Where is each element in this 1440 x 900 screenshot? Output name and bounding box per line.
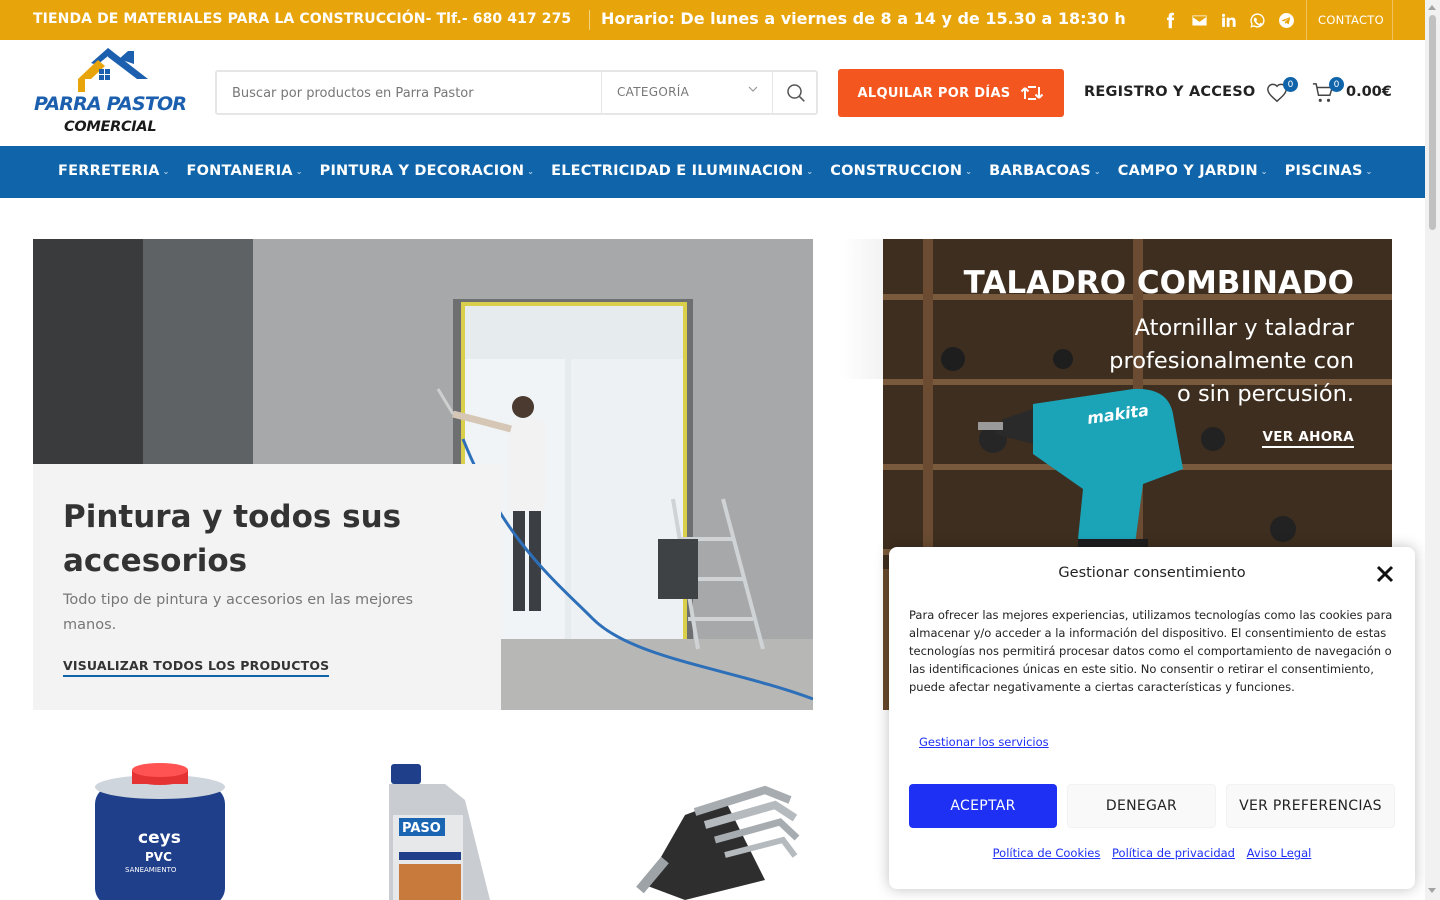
nav-item-label: FERRETERIA [58,163,160,179]
site-header: PARRA PASTOR COMERCIAL Buscar por produc… [0,40,1425,146]
nav-item-electricidad[interactable]: ELECTRICIDAD E ILUMINACION ⌄ [551,163,813,179]
nav-item-campo-jardin[interactable]: CAMPO Y JARDIN ⌄ [1118,163,1268,179]
rent-by-days-button[interactable]: ALQUILAR POR DÍAS [838,69,1064,117]
chevron-down-icon: ⌄ [162,166,170,176]
view-all-products-link[interactable]: VISUALIZAR TODOS LOS PRODUCTOS [63,658,330,677]
chevron-down-icon: ⌄ [806,166,814,176]
rent-button-label: ALQUILAR POR DÍAS [857,85,1011,101]
top-bar: TIENDA DE MATERIALES PARA LA CONSTRUCCIÓ… [0,0,1425,40]
nav-item-label: BARBACOAS [989,163,1091,179]
close-icon[interactable] [1375,564,1395,584]
nav-item-ferreteria[interactable]: FERRETERIA ⌄ [58,163,170,179]
site-logo[interactable]: PARRA PASTOR COMERCIAL [33,47,196,137]
top-bar-divider [589,10,590,30]
wishlist-count-badge: 0 [1283,77,1298,92]
nav-item-label: ELECTRICIDAD E ILUMINACION [551,163,804,179]
allen-key-set-image [636,785,800,900]
promo-title: TALADRO COMBINADO [963,265,1354,301]
cookie-dialog-title: Gestionar consentimiento [1058,565,1246,581]
search-icon [786,83,805,102]
nav-item-label: PISCINAS [1284,163,1363,179]
logo-text-primary: PARRA PASTOR [34,93,187,115]
manage-services-link[interactable]: Gestionar los servicios [919,735,1049,749]
view-now-link[interactable]: VER AHORA [1262,429,1354,448]
paint-stripper-bottle-image: PASO [389,764,490,900]
chevron-down-icon: ⌄ [1365,166,1373,176]
svg-text:ceys: ceys [138,828,181,848]
nav-item-label: PINTURA Y DECORACION [319,163,525,179]
cookie-dialog-message: Para ofrecer las mejores experiencias, u… [909,608,1393,694]
logo-text-secondary: COMERCIAL [64,119,157,135]
scrollbar-thumb[interactable] [1429,15,1436,230]
nav-item-piscinas[interactable]: PISCINAS ⌄ [1285,163,1373,179]
nav-item-label: FONTANERIA [186,163,293,179]
cookie-consent-dialog: Gestionar consentimiento Para ofrecer la… [889,547,1415,889]
search-button[interactable] [772,72,818,113]
svg-text:PVC: PVC [145,850,172,864]
chevron-down-icon: ⌄ [295,166,303,176]
product-paso-decapante[interactable]: PASO [385,760,495,900]
accept-button[interactable]: ACEPTAR [909,784,1057,828]
social-links [1160,9,1296,31]
cookie-policy-links: Política de Cookies Política de privacid… [889,846,1415,860]
chevron-down-icon: ⌄ [1260,166,1268,176]
wishlist-button[interactable]: 0 [1266,77,1298,106]
promo-shadow [840,239,885,379]
chevron-down-icon: ⌄ [1093,166,1101,176]
product-ceys-pvc[interactable]: ceys PVC SANEAMIENTO [90,760,230,900]
contact-link[interactable]: CONTACTO [1318,13,1384,27]
svg-text:SANEAMIENTO: SANEAMIENTO [125,866,177,874]
nav-item-label: CAMPO Y JARDIN [1117,163,1258,179]
facebook-icon[interactable] [1160,9,1180,31]
deny-button[interactable]: DENEGAR [1067,784,1216,828]
search-form: Buscar por productos en Parra Pastor CAT… [215,70,818,115]
contact-divider-right [1392,0,1393,40]
cart-count-badge: 0 [1329,77,1344,92]
view-preferences-button[interactable]: VER PREFERENCIAS [1226,784,1395,828]
telegram-icon[interactable] [1276,9,1296,31]
cart-total[interactable]: 0.00€ [1346,84,1392,100]
search-input[interactable]: Buscar por productos en Parra Pastor [232,86,474,101]
cart-button[interactable]: 0 [1312,77,1344,106]
product-hex-key-set[interactable] [625,760,805,900]
hero-title: Pintura y todos sus accesorios [63,499,402,579]
legal-notice-link[interactable]: Aviso Legal [1247,846,1312,860]
login-register-link[interactable]: REGISTRO Y ACCESO [1084,84,1255,100]
chevron-down-icon [748,84,758,97]
hero-description: Todo tipo de pintura y accesorios en las… [63,592,414,633]
pvc-adhesive-can-image: ceys PVC SANEAMIENTO [95,763,225,900]
privacy-policy-link[interactable]: Política de privacidad [1112,846,1235,860]
category-select[interactable]: CATEGORÍA [601,72,772,113]
category-select-label: CATEGORÍA [617,85,690,99]
whatsapp-icon[interactable] [1247,9,1267,31]
nav-item-construccion[interactable]: CONSTRUCCION ⌄ [830,163,972,179]
nav-item-barbacoas[interactable]: BARBACOAS ⌄ [989,163,1101,179]
scroll-up-arrow-icon[interactable] [1428,5,1436,10]
svg-text:PASO: PASO [402,821,441,836]
scroll-down-arrow-icon[interactable] [1428,888,1436,893]
page-scrollbar[interactable] [1425,0,1440,900]
store-phone-text: TIENDA DE MATERIALES PARA LA CONSTRUCCIÓ… [33,11,572,27]
nav-item-label: CONSTRUCCION [830,163,963,179]
contact-divider-left [1306,0,1307,40]
promo-description: Atornillar y taladrar profesionalmente c… [1109,315,1354,407]
main-navigation: FERRETERIA ⌄ FONTANERIA ⌄ PINTURA Y DECORA… [0,146,1425,198]
nav-menu: FERRETERIA ⌄ FONTANERIA ⌄ PINTURA Y DECORA… [58,163,1390,179]
page: TIENDA DE MATERIALES PARA LA CONSTRUCCIÓ… [0,0,1440,900]
opening-hours-text: Horario: De lunes a viernes de 8 a 14 y … [601,9,1126,28]
paint-hero-card: Pintura y todos sus accesorios Todo tipo… [33,464,501,710]
cookie-policy-link[interactable]: Política de Cookies [993,846,1101,860]
swap-arrows-icon [1021,86,1044,100]
nav-item-pintura[interactable]: PINTURA Y DECORACION ⌄ [320,163,535,179]
chevron-down-icon: ⌄ [965,166,973,176]
nav-item-fontaneria[interactable]: FONTANERIA ⌄ [187,163,303,179]
email-icon[interactable] [1189,9,1209,31]
chevron-down-icon: ⌄ [527,166,535,176]
linkedin-icon[interactable] [1218,9,1238,31]
